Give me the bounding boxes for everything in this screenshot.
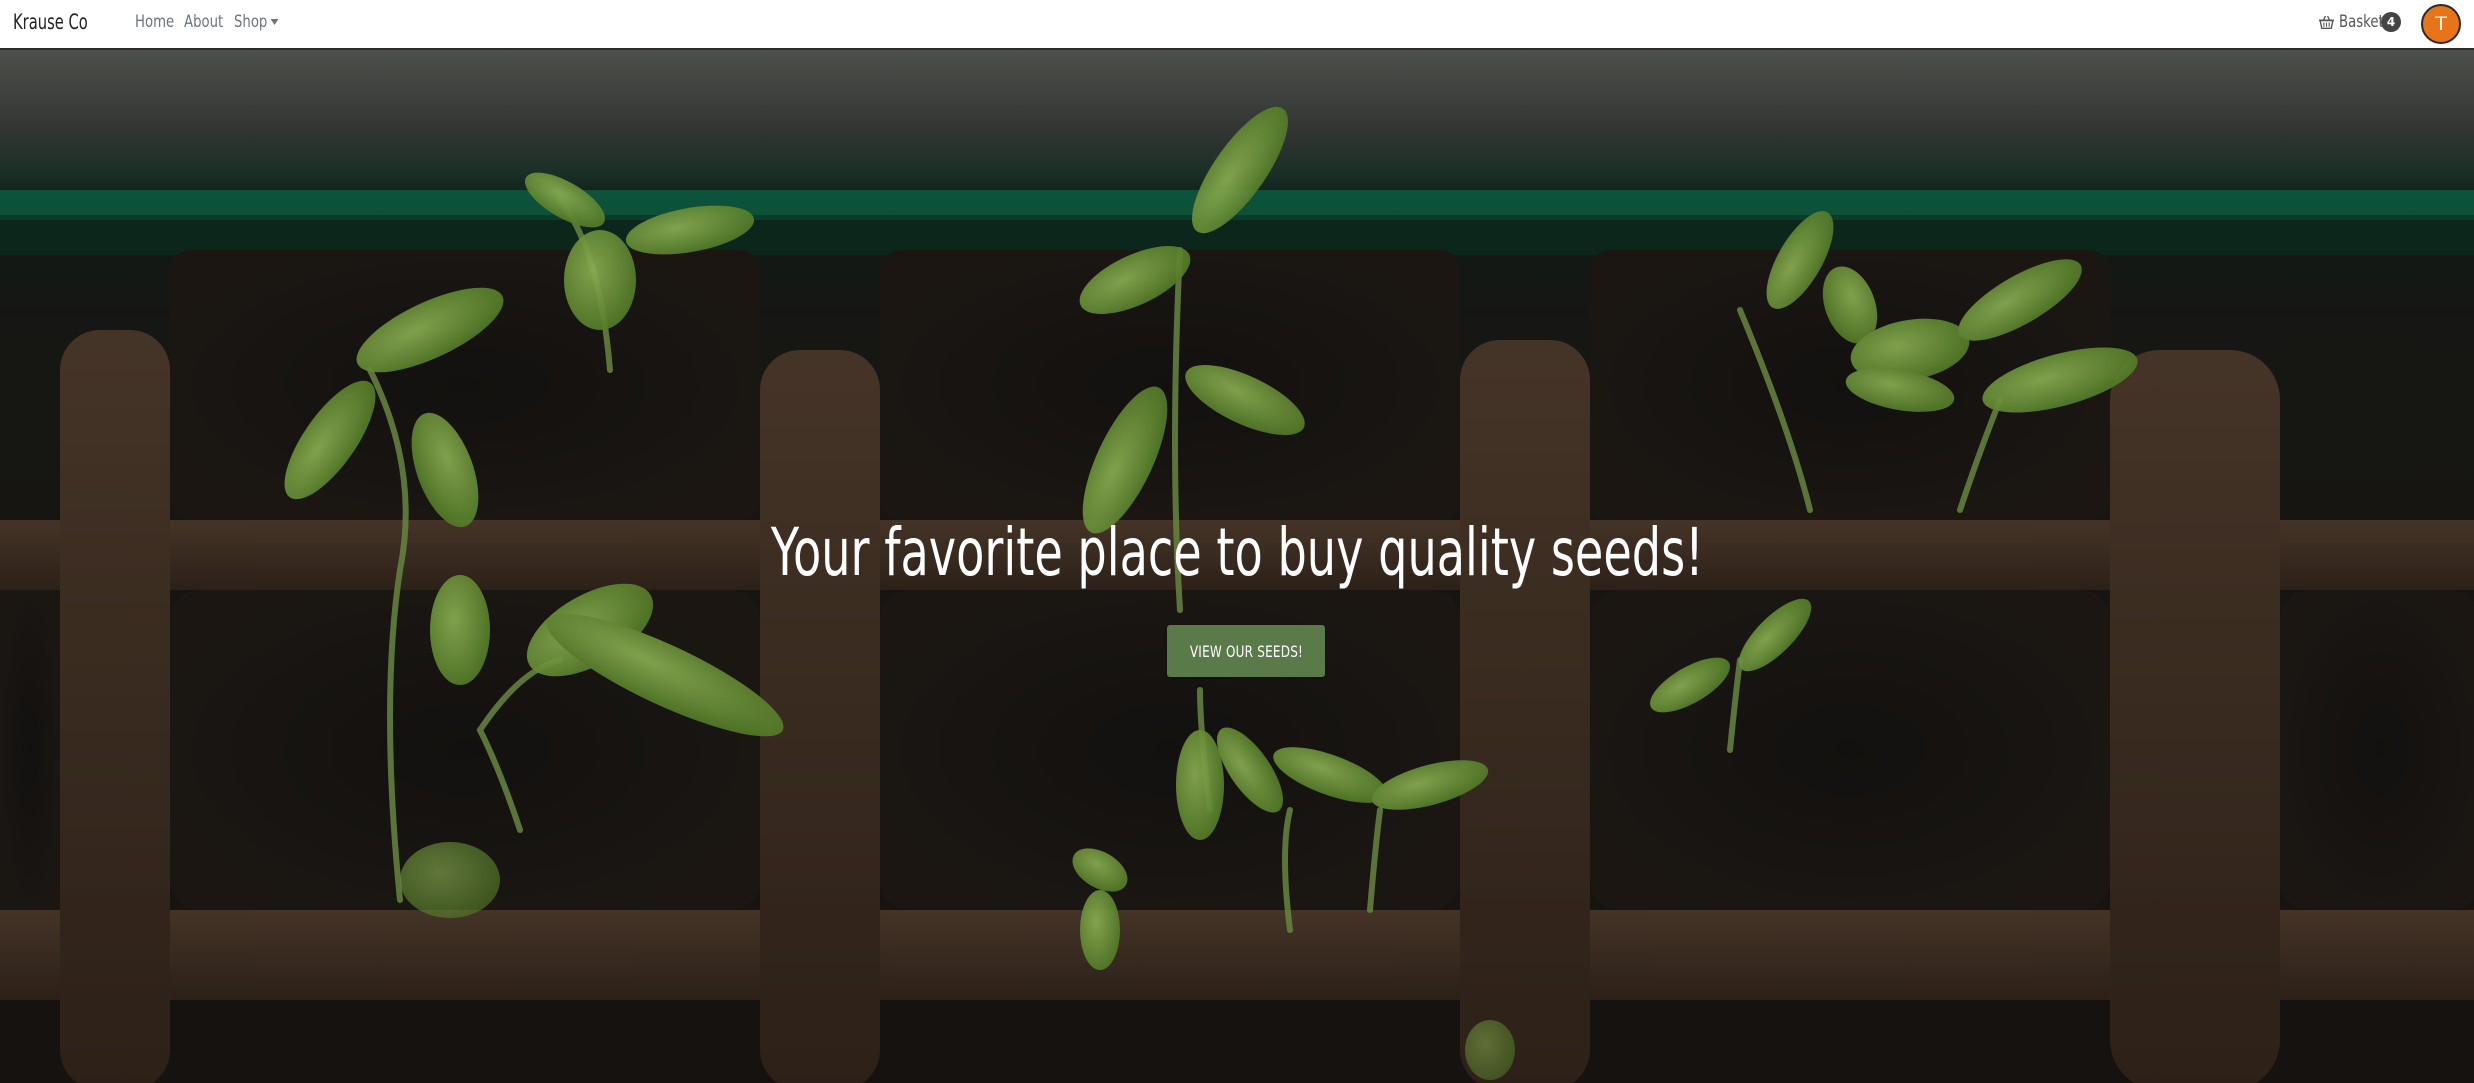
basket-button[interactable]: Basket 4 xyxy=(2318,12,2401,32)
view-seeds-label: VIEW OUR SEEDS! xyxy=(1189,641,1303,661)
hero-section: Your favorite place to buy quality seeds… xyxy=(0,50,2474,1083)
hero-headline-text: Your favorite place to buy quality seeds… xyxy=(770,514,1704,591)
view-seeds-button[interactable]: VIEW OUR SEEDS! xyxy=(1167,625,1325,677)
nav-about-link[interactable]: About xyxy=(184,12,223,32)
hero-headline: Your favorite place to buy quality seeds… xyxy=(0,520,2474,586)
nav-home-link[interactable]: Home xyxy=(135,12,174,32)
basket-icon xyxy=(2319,15,2334,29)
chevron-down-icon xyxy=(270,19,279,25)
basket-count-badge: 4 xyxy=(2381,12,2401,32)
top-navbar: Krause Co Home About Shop Basket 4 T xyxy=(0,0,2474,50)
basket-label: Basket xyxy=(2339,12,2384,32)
brand-logo[interactable]: Krause Co xyxy=(13,10,88,34)
nav-shop-dropdown[interactable]: Shop xyxy=(234,12,279,32)
user-avatar[interactable]: T xyxy=(2421,4,2461,44)
nav-shop-label: Shop xyxy=(234,12,268,32)
